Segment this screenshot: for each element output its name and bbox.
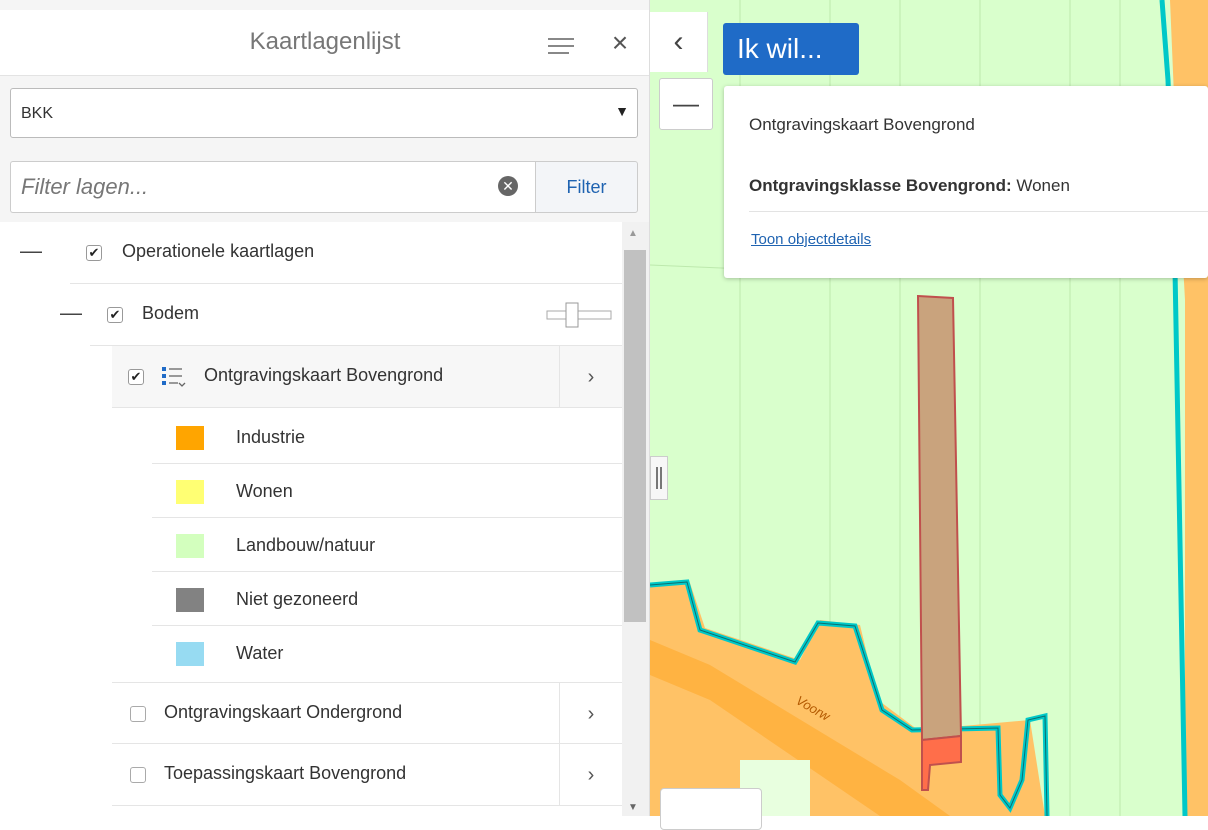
legend-item: Landbouw/natuur [152,518,622,572]
layer-tree: — ✔ Operationele kaartlagen — ✔ Bodem ✔ … [0,222,622,816]
panel-resize-handle[interactable] [650,456,668,500]
opacity-slider-icon[interactable] [546,302,612,328]
legend-swatch [176,534,204,558]
tree-row-layer[interactable]: Toepassingskaart Bovengrond › [112,744,622,806]
checkbox-root[interactable]: ✔ [86,245,102,261]
legend-list-icon[interactable] [162,366,186,388]
layer-label: Ontgravingskaart Bovengrond [204,365,444,385]
tree-root-label: Operationele kaartlagen [122,241,315,261]
ik-wil-button[interactable]: Ik wil... [723,23,859,75]
collapse-icon[interactable]: — [20,240,42,262]
collapse-icon[interactable]: — [60,302,82,324]
legend-item: Water [152,626,622,680]
checkbox-layer[interactable]: ✔ [128,369,144,385]
tree-row-layer[interactable]: ✔ Ontgravingskaart Bovengrond › [112,346,622,408]
checkbox-layer[interactable] [130,706,146,722]
chevron-right-icon[interactable]: › [559,346,622,408]
legend-swatch [176,642,204,666]
object-details-link[interactable]: Toon objectdetails [751,231,871,248]
legend-item: Niet gezoneerd [152,572,622,626]
chevron-right-icon[interactable]: › [559,744,622,806]
close-icon[interactable]: × [605,28,635,58]
clear-filter-icon[interactable]: ✕ [498,176,518,196]
layer-label: Toepassingskaart Bovengrond [164,763,407,783]
legend-label: Wonen [236,481,293,501]
popup-attribute-value: Wonen [1016,176,1070,195]
legend-swatch [176,426,204,450]
tree-group-label: Bodem [142,303,200,323]
layer-label: Ontgravingskaart Ondergrond [164,702,403,722]
zoom-out-button[interactable]: — [659,78,713,130]
collapse-panel-button[interactable]: ‹ [650,12,708,72]
layer-theme-select[interactable]: BKK ▼ [10,88,638,138]
popup-attribute-key: Ontgravingsklasse Bovengrond: [749,176,1012,195]
scroll-up-icon[interactable]: ▲ [628,228,638,239]
legend-label: Industrie [236,427,306,447]
panel-header: Kaartlagenlijst × [0,10,649,76]
popup-attribute: Ontgravingsklasse Bovengrond: Wonen [749,176,1070,196]
feature-popup: Ontgravingskaart Bovengrond Ontgravingsk… [724,86,1208,278]
filter-group: ✕ Filter [10,161,638,213]
tree-row-root: — ✔ Operationele kaartlagen [0,222,622,284]
scrollbar[interactable]: ▲ ▼ [622,222,649,816]
popup-title: Ontgravingskaart Bovengrond [749,115,975,134]
legend-label: Niet gezoneerd [236,589,359,609]
legend-label: Landbouw/natuur [236,535,376,555]
map-tool-button[interactable] [660,788,762,830]
legend-item: Wonen [152,464,622,518]
legend-swatch [176,588,204,612]
scrollbar-thumb[interactable] [624,250,646,622]
chevron-right-icon[interactable]: › [559,683,622,744]
divider [749,211,1208,212]
legend-swatch [176,480,204,504]
layer-theme-select-value: BKK [21,105,54,122]
tree-row-layer[interactable]: Ontgravingskaart Ondergrond › [112,682,622,744]
caret-down-icon: ▼ [615,103,629,119]
legend-label: Water [236,643,284,663]
filter-input[interactable] [10,161,535,213]
menu-icon[interactable] [548,38,574,58]
checkbox-layer[interactable] [130,767,146,783]
filter-button[interactable]: Filter [535,161,638,213]
legend-item: Industrie [152,410,622,464]
scroll-down-icon[interactable]: ▼ [628,802,638,813]
checkbox-bodem[interactable]: ✔ [107,307,123,323]
tree-row-bodem: — ✔ Bodem [0,284,622,346]
layer-list-panel: Kaartlagenlijst × BKK ▼ ✕ Filter — ✔ Ope… [0,0,650,816]
